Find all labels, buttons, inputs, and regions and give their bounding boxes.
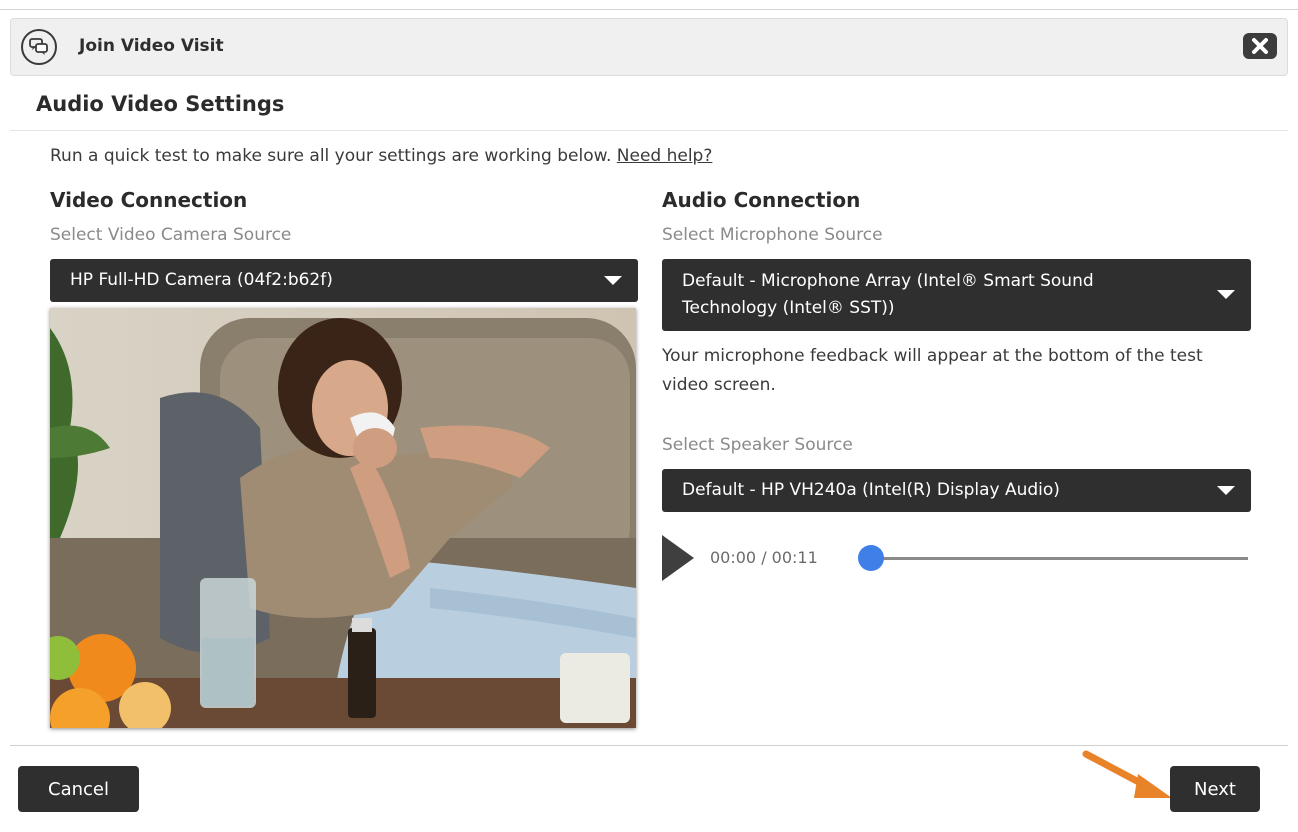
cancel-button[interactable]: Cancel bbox=[18, 766, 139, 812]
chevron-down-icon bbox=[604, 275, 622, 285]
intro-text: Run a quick test to make sure all your s… bbox=[50, 146, 712, 166]
chevron-down-icon bbox=[1217, 290, 1235, 299]
window-top-strip bbox=[0, 0, 1298, 12]
microphone-feedback-note: Your microphone feedback will appear at … bbox=[662, 346, 1203, 395]
speaker-source-label: Select Speaker Source bbox=[662, 435, 853, 455]
chevron-down-icon bbox=[1217, 485, 1235, 495]
test-video-preview bbox=[50, 308, 636, 728]
dialog-title-bar: Join Video Visit bbox=[10, 18, 1288, 76]
dialog-title: Join Video Visit bbox=[79, 36, 224, 56]
speaker-source-select[interactable]: Default - HP VH240a (Intel(R) Display Au… bbox=[662, 469, 1251, 512]
player-time: 00:00 / 00:11 bbox=[710, 548, 818, 567]
video-connection-title: Video Connection bbox=[50, 188, 248, 212]
audio-seek-track[interactable] bbox=[872, 557, 1248, 560]
chat-bubbles-icon bbox=[21, 29, 57, 65]
microphone-source-value: Default - Microphone Array (Intel® Smart… bbox=[682, 271, 1094, 318]
camera-source-value: HP Full-HD Camera (04f2:b62f) bbox=[70, 270, 333, 290]
intro-message: Run a quick test to make sure all your s… bbox=[50, 146, 612, 166]
next-button[interactable]: Next bbox=[1170, 766, 1260, 812]
need-help-link[interactable]: Need help? bbox=[617, 146, 713, 166]
close-button[interactable] bbox=[1243, 33, 1277, 59]
footer-divider bbox=[10, 745, 1288, 746]
divider bbox=[10, 130, 1288, 131]
camera-source-select[interactable]: HP Full-HD Camera (04f2:b62f) bbox=[50, 259, 638, 302]
play-icon[interactable] bbox=[662, 535, 694, 581]
microphone-source-select[interactable]: Default - Microphone Array (Intel® Smart… bbox=[662, 259, 1251, 331]
audio-connection-title: Audio Connection bbox=[662, 188, 861, 212]
microphone-source-label: Select Microphone Source bbox=[662, 225, 883, 245]
speaker-source-value: Default - HP VH240a (Intel(R) Display Au… bbox=[682, 480, 1060, 500]
audio-seek-handle[interactable] bbox=[858, 545, 884, 571]
page-heading: Audio Video Settings bbox=[36, 92, 285, 116]
close-icon bbox=[1252, 38, 1268, 54]
camera-source-label: Select Video Camera Source bbox=[50, 225, 292, 245]
